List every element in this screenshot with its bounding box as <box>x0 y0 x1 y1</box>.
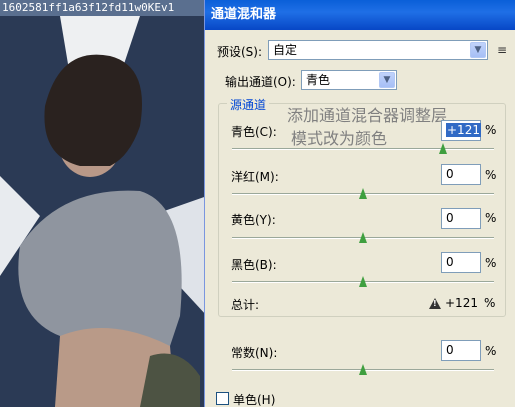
black-input[interactable]: 0 <box>441 252 481 273</box>
black-label: 黑色(B): <box>231 258 277 272</box>
black-value: 0 <box>446 255 454 269</box>
preset-label: 预设(S): <box>217 45 263 59</box>
channel-mixer-dialog: 通道混和器 预设(S): 自定 ▼ ≡ 输出通道(O): 青色 ▼ 源通道 添加… <box>204 0 515 407</box>
constant-input[interactable]: 0 <box>441 340 481 361</box>
constant-value: 0 <box>446 343 454 357</box>
yellow-label: 黄色(Y): <box>231 213 276 227</box>
cyan-slider-thumb[interactable] <box>439 143 448 154</box>
overlay-text-line-2: 模式改为颜色 <box>291 129 388 148</box>
cyan-input[interactable]: +121 <box>441 120 481 141</box>
cyan-slider-track[interactable] <box>232 148 494 150</box>
constant-slider-thumb[interactable] <box>359 364 368 375</box>
constant-percent: % <box>485 344 497 358</box>
output-channel-label: 输出通道(O): <box>225 75 296 89</box>
output-channel-value: 青色 <box>306 73 331 87</box>
magenta-value: 0 <box>446 167 454 181</box>
chevron-down-icon: ▼ <box>379 72 395 88</box>
total-label: 总计: <box>231 298 260 312</box>
source-channels-label: 源通道 <box>227 96 270 113</box>
menu-icon[interactable]: ≡ <box>495 43 509 57</box>
black-slider-thumb[interactable] <box>359 276 368 287</box>
preset-select[interactable]: 自定 ▼ <box>268 40 488 60</box>
chevron-down-icon: ▼ <box>470 42 486 58</box>
monochrome-checkbox[interactable] <box>216 392 229 405</box>
total-readout: +121 % <box>429 296 495 310</box>
overlay-text-line-1: 添加通道混合器调整层 <box>287 106 448 125</box>
total-value: +121 <box>445 296 478 310</box>
document-title: 1602581ff1a63f12fd11w0KEv1 <box>0 0 207 16</box>
magenta-slider-thumb[interactable] <box>359 188 368 199</box>
black-percent: % <box>485 256 497 270</box>
total-percent: % <box>483 296 496 310</box>
output-channel-select[interactable]: 青色 ▼ <box>301 70 397 90</box>
magenta-percent: % <box>485 168 497 182</box>
monochrome-label[interactable]: 单色(H) <box>233 391 275 407</box>
photo-image <box>0 16 207 407</box>
constant-label: 常数(N): <box>231 346 278 360</box>
yellow-slider-thumb[interactable] <box>359 232 368 243</box>
magenta-input[interactable]: 0 <box>441 164 481 185</box>
yellow-value: 0 <box>446 211 454 225</box>
magenta-label: 洋红(M): <box>231 170 279 184</box>
cyan-label: 青色(C): <box>231 125 277 139</box>
yellow-input[interactable]: 0 <box>441 208 481 229</box>
yellow-percent: % <box>485 211 497 225</box>
dialog-title[interactable]: 通道混和器 <box>205 0 515 30</box>
cyan-value: +121 <box>446 123 481 137</box>
warning-icon <box>429 297 441 309</box>
cyan-percent: % <box>485 123 497 137</box>
preset-value: 自定 <box>273 43 298 57</box>
background-photo: 1602581ff1a63f12fd11w0KEv1 <box>0 0 207 407</box>
